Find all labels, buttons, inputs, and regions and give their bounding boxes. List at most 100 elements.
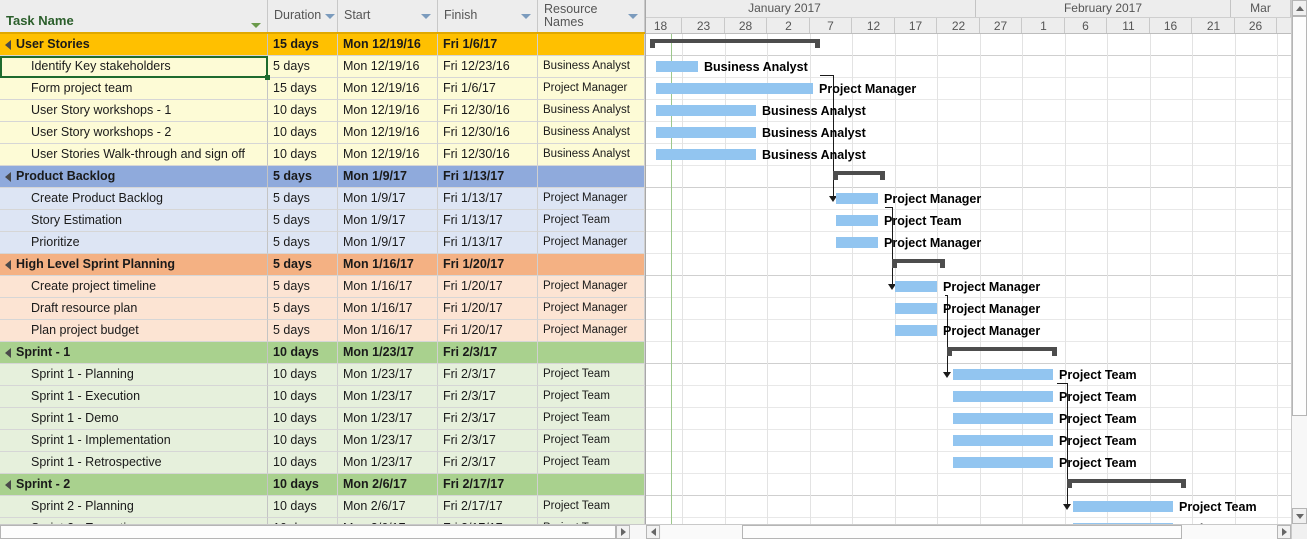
table-row[interactable]: Sprint 1 - Implementation10 daysMon 1/23… — [0, 430, 645, 452]
vertical-scrollbar[interactable] — [1291, 0, 1307, 524]
cell-task-name[interactable]: Create Product Backlog — [0, 188, 268, 210]
chevron-down-icon[interactable] — [628, 14, 638, 19]
cell-resource[interactable] — [538, 342, 645, 364]
table-row[interactable]: Create Product Backlog5 daysMon 1/9/17Fr… — [0, 188, 645, 210]
cell-start[interactable]: Mon 1/9/17 — [338, 210, 438, 232]
cell-duration[interactable]: 10 days — [268, 474, 338, 496]
summary-task-row[interactable]: User Stories15 daysMon 12/19/16Fri 1/6/1… — [0, 34, 645, 56]
summary-bar[interactable] — [833, 171, 885, 180]
table-row[interactable]: Form project team15 daysMon 12/19/16Fri … — [0, 78, 645, 100]
cell-duration[interactable]: 10 days — [268, 122, 338, 144]
cell-finish[interactable]: Fri 12/30/16 — [438, 100, 538, 122]
cell-resource[interactable]: Project Team — [538, 496, 645, 518]
cell-task-name[interactable]: Draft resource plan — [0, 298, 268, 320]
cell-start[interactable]: Mon 12/19/16 — [338, 34, 438, 56]
cell-resource[interactable]: Project Manager — [538, 232, 645, 254]
summary-bar[interactable] — [650, 39, 820, 48]
cell-task-name[interactable]: Sprint 1 - Retrospective — [0, 452, 268, 474]
task-bar[interactable] — [656, 61, 698, 72]
chevron-down-icon[interactable] — [325, 14, 335, 19]
cell-finish[interactable]: Fri 1/6/17 — [438, 34, 538, 56]
cell-start[interactable]: Mon 1/23/17 — [338, 386, 438, 408]
task-bar[interactable] — [656, 105, 756, 116]
gantt-scroll-right-button[interactable] — [1277, 525, 1291, 539]
task-bar[interactable] — [656, 83, 813, 94]
cell-start[interactable]: Mon 1/9/17 — [338, 166, 438, 188]
cell-start[interactable]: Mon 1/16/17 — [338, 276, 438, 298]
horizontal-scrollbar-strip[interactable] — [0, 524, 1307, 539]
cell-task-name[interactable]: Plan project budget — [0, 320, 268, 342]
table-row[interactable]: Sprint 1 - Planning10 daysMon 1/23/17Fri… — [0, 364, 645, 386]
cell-duration[interactable]: 5 days — [268, 188, 338, 210]
cell-task-name[interactable]: Sprint - 1 — [0, 342, 268, 364]
cell-start[interactable]: Mon 1/16/17 — [338, 320, 438, 342]
cell-task-name[interactable]: Sprint - 2 — [0, 474, 268, 496]
cell-finish[interactable]: Fri 1/13/17 — [438, 210, 538, 232]
cell-resource[interactable] — [538, 474, 645, 496]
cell-start[interactable]: Mon 12/19/16 — [338, 56, 438, 78]
cell-start[interactable]: Mon 12/19/16 — [338, 78, 438, 100]
cell-task-name[interactable]: User Story workshops - 1 — [0, 100, 268, 122]
cell-resource[interactable]: Project Manager — [538, 78, 645, 100]
cell-duration[interactable]: 5 days — [268, 232, 338, 254]
cell-finish[interactable]: Fri 1/13/17 — [438, 166, 538, 188]
chevron-down-icon[interactable] — [521, 14, 531, 19]
cell-duration[interactable]: 5 days — [268, 254, 338, 276]
cell-resource[interactable]: Project Manager — [538, 276, 645, 298]
cell-start[interactable]: Mon 1/23/17 — [338, 364, 438, 386]
cell-duration[interactable]: 10 days — [268, 452, 338, 474]
table-row[interactable]: Plan project budget5 daysMon 1/16/17Fri … — [0, 320, 645, 342]
cell-duration[interactable]: 15 days — [268, 78, 338, 100]
task-bar[interactable] — [1073, 501, 1173, 512]
cell-duration[interactable]: 10 days — [268, 364, 338, 386]
task-bar[interactable] — [836, 215, 878, 226]
task-bar[interactable] — [953, 457, 1053, 468]
cell-start[interactable]: Mon 1/16/17 — [338, 298, 438, 320]
cell-task-name[interactable]: Form project team — [0, 78, 268, 100]
cell-resource[interactable]: Project Manager — [538, 188, 645, 210]
cell-task-name[interactable]: Sprint 1 - Implementation — [0, 430, 268, 452]
summary-bar[interactable] — [1067, 479, 1186, 488]
cell-task-name[interactable]: High Level Sprint Planning — [0, 254, 268, 276]
cell-finish[interactable]: Fri 2/17/17 — [438, 496, 538, 518]
cell-finish[interactable]: Fri 12/23/16 — [438, 56, 538, 78]
table-row[interactable]: Create project timeline5 daysMon 1/16/17… — [0, 276, 645, 298]
cell-task-name[interactable]: User Stories Walk-through and sign off — [0, 144, 268, 166]
table-row[interactable]: Draft resource plan5 daysMon 1/16/17Fri … — [0, 298, 645, 320]
summary-bar[interactable] — [892, 259, 945, 268]
cell-start[interactable]: Mon 1/23/17 — [338, 408, 438, 430]
cell-finish[interactable]: Fri 12/30/16 — [438, 144, 538, 166]
cell-start[interactable]: Mon 12/19/16 — [338, 100, 438, 122]
gantt-horizontal-scrollbar[interactable] — [646, 525, 1307, 539]
cell-resource[interactable]: Project Team — [538, 210, 645, 232]
gantt-scroll-left-button[interactable] — [646, 525, 660, 539]
cell-resource[interactable]: Project Team — [538, 408, 645, 430]
summary-bar[interactable] — [947, 347, 1057, 356]
summary-task-row[interactable]: Sprint - 210 daysMon 2/6/17Fri 2/17/17 — [0, 474, 645, 496]
cell-finish[interactable]: Fri 2/3/17 — [438, 430, 538, 452]
cell-resource[interactable] — [538, 166, 645, 188]
cell-duration[interactable]: 10 days — [268, 496, 338, 518]
cell-finish[interactable]: Fri 12/30/16 — [438, 122, 538, 144]
task-bar[interactable] — [836, 237, 878, 248]
cell-resource[interactable]: Business Analyst — [538, 100, 645, 122]
grid-scroll-right-button[interactable] — [616, 525, 630, 539]
gantt-bars-area[interactable]: Business AnalystProject ManagerBusiness … — [646, 34, 1307, 524]
cell-finish[interactable]: Fri 1/13/17 — [438, 188, 538, 210]
cell-duration[interactable]: 10 days — [268, 342, 338, 364]
cell-task-name[interactable]: User Story workshops - 2 — [0, 122, 268, 144]
cell-duration[interactable]: 10 days — [268, 144, 338, 166]
column-header-finish[interactable]: Finish — [438, 0, 538, 32]
cell-start[interactable]: Mon 1/23/17 — [338, 452, 438, 474]
cell-start[interactable]: Mon 1/23/17 — [338, 342, 438, 364]
task-bar[interactable] — [656, 127, 756, 138]
task-bar[interactable] — [953, 391, 1053, 402]
table-row[interactable]: Sprint 2 - Planning10 daysMon 2/6/17Fri … — [0, 496, 645, 518]
summary-task-row[interactable]: High Level Sprint Planning5 daysMon 1/16… — [0, 254, 645, 276]
cell-resource[interactable]: Project Team — [538, 452, 645, 474]
cell-start[interactable]: Mon 1/16/17 — [338, 254, 438, 276]
cell-duration[interactable]: 5 days — [268, 320, 338, 342]
cell-resource[interactable]: Project Team — [538, 364, 645, 386]
table-row[interactable]: Story Estimation5 daysMon 1/9/17Fri 1/13… — [0, 210, 645, 232]
cell-finish[interactable]: Fri 2/17/17 — [438, 474, 538, 496]
